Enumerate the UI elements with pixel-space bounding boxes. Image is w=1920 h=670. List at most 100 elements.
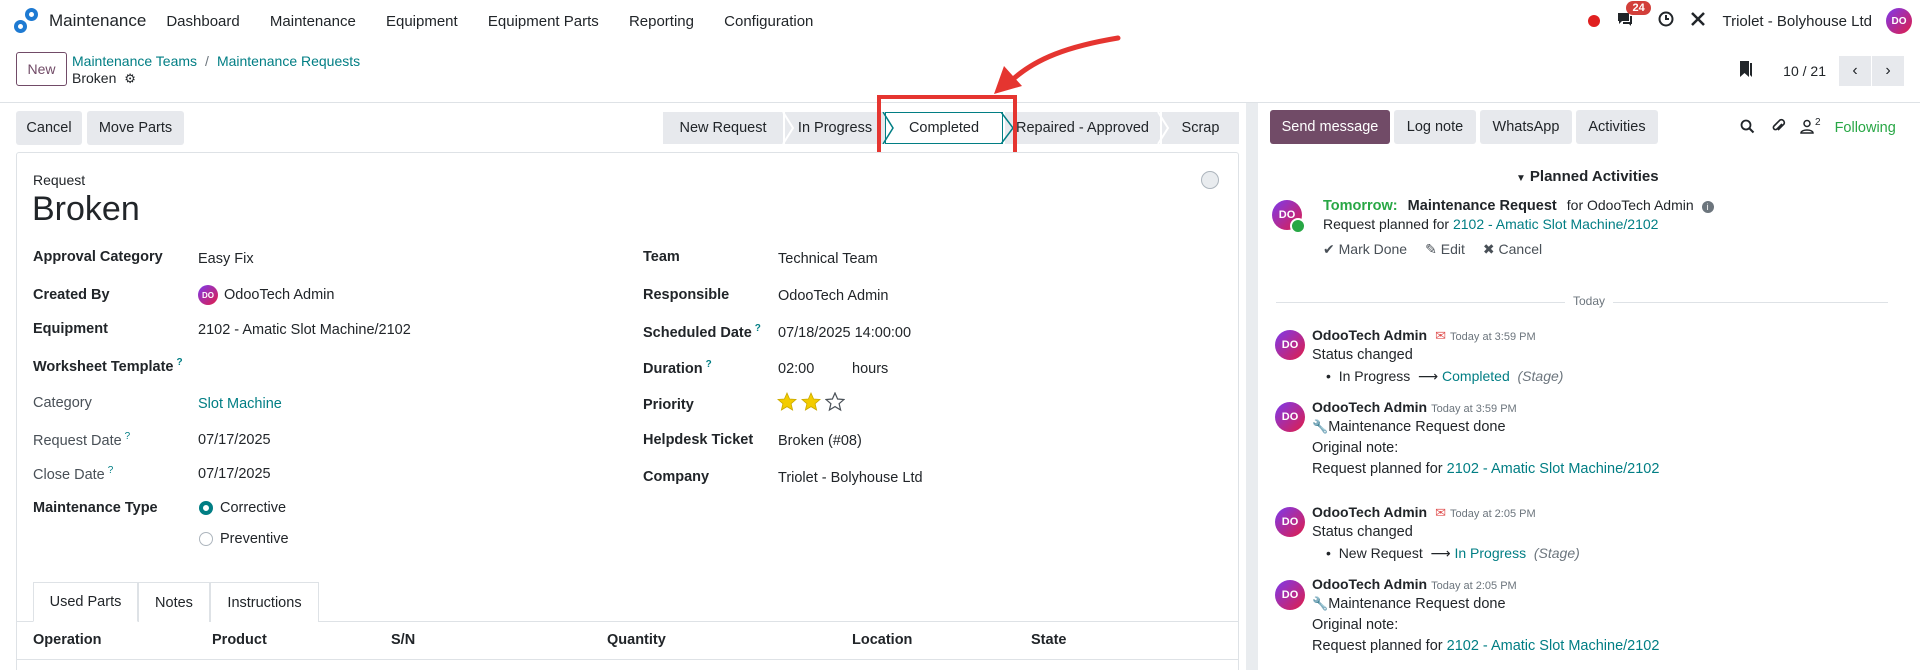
message-header: OdooTech Admin Today at 2:05 PM (1312, 576, 1517, 593)
pager-counter[interactable]: 10 / 21 (1783, 63, 1826, 79)
message-avatar[interactable]: DO (1275, 330, 1305, 360)
today-label: Today (1565, 294, 1614, 308)
star-outline-icon[interactable] (825, 392, 845, 412)
worksheet-template-label: Worksheet Template? (33, 357, 183, 375)
tracking-from: New Request (1338, 545, 1423, 561)
column-state[interactable]: State (1031, 632, 1066, 648)
whatsapp-button[interactable]: WhatsApp (1480, 110, 1572, 144)
activity-note-link[interactable]: 2102 - Amatic Slot Machine/2102 (1453, 216, 1658, 232)
message-author[interactable]: OdooTech Admin (1312, 327, 1427, 343)
breadcrumb-maintenance-teams[interactable]: Maintenance Teams (72, 53, 197, 69)
message-body-prefix: Request planned for (1312, 461, 1443, 477)
following-button[interactable]: Following (1835, 120, 1896, 136)
column-location[interactable]: Location (852, 632, 912, 648)
message-avatar[interactable]: DO (1275, 402, 1305, 432)
close-date-label: Close Date? (33, 465, 113, 483)
menu-item-equipment[interactable]: Equipment (386, 13, 458, 30)
app-name[interactable]: Maintenance (49, 11, 146, 31)
duration-text: Duration (643, 360, 703, 377)
priority-label: Priority (643, 397, 694, 413)
menu-item-maintenance[interactable]: Maintenance (270, 13, 356, 30)
menu-item-equipment-parts[interactable]: Equipment Parts (488, 13, 599, 30)
message-avatar[interactable]: DO (1275, 507, 1305, 537)
helpdesk-ticket-value[interactable]: Broken (#08) (778, 433, 862, 449)
message-body-link[interactable]: 2102 - Amatic Slot Machine/2102 (1447, 461, 1660, 477)
tracking-to: Completed (1442, 368, 1510, 384)
messages-icon[interactable]: 24 (1616, 0, 1651, 32)
menu-item-reporting[interactable]: Reporting (629, 13, 694, 30)
duration-value[interactable]: 02:00 (778, 361, 814, 377)
mark-done-button[interactable]: ✔ Mark Done (1323, 241, 1407, 257)
message-author[interactable]: OdooTech Admin (1312, 504, 1427, 520)
radio-corrective[interactable] (199, 501, 213, 515)
equipment-value[interactable]: 2102 - Amatic Slot Machine/2102 (198, 322, 411, 338)
tools-icon[interactable] (1690, 11, 1706, 32)
kanban-state-icon[interactable] (1201, 171, 1219, 189)
approval-category-value[interactable]: Easy Fix (198, 251, 254, 267)
category-label: Category (33, 395, 92, 411)
company-value[interactable]: Triolet - Bolyhouse Ltd (778, 470, 923, 486)
help-icon[interactable]: ? (125, 431, 131, 442)
message-body-link[interactable]: 2102 - Amatic Slot Machine/2102 (1447, 638, 1660, 654)
tab-instructions[interactable]: Instructions (210, 582, 319, 622)
cancel-activity-button[interactable]: ✖ Cancel (1483, 241, 1542, 257)
app-logo-icon[interactable] (14, 8, 40, 34)
log-note-button[interactable]: Log note (1394, 110, 1476, 144)
close-date-value[interactable]: 07/17/2025 (198, 466, 271, 482)
column-product[interactable]: Product (212, 632, 267, 648)
company-switcher[interactable]: Triolet - Bolyhouse Ltd (1722, 13, 1872, 30)
pager-previous-button[interactable]: ‹ (1839, 56, 1871, 86)
cancel-button[interactable]: Cancel (16, 111, 82, 145)
help-icon[interactable]: ? (706, 359, 712, 370)
planned-activities-toggle[interactable]: ▼ Planned Activities (1516, 168, 1659, 185)
menu-item-dashboard[interactable]: Dashboard (166, 13, 239, 30)
new-button[interactable]: New (16, 52, 67, 86)
edit-button[interactable]: ✎ Edit (1425, 241, 1465, 257)
bookmark-icon[interactable] (1739, 60, 1753, 83)
activities-button[interactable]: Activities (1576, 110, 1658, 144)
responsible-value[interactable]: OdooTech Admin (778, 288, 888, 304)
tracking-tag: (Stage) (1517, 368, 1564, 384)
gear-icon[interactable]: ⚙ (124, 71, 136, 86)
team-value[interactable]: Technical Team (778, 251, 878, 267)
tab-notes[interactable]: Notes (138, 582, 210, 622)
corrective-label[interactable]: Corrective (220, 500, 286, 516)
paperclip-icon[interactable] (1771, 118, 1786, 138)
search-icon[interactable] (1740, 119, 1755, 138)
menu-item-configuration[interactable]: Configuration (724, 13, 813, 30)
help-icon[interactable]: ? (755, 323, 761, 334)
help-icon[interactable]: ? (108, 465, 114, 476)
breadcrumb-maintenance-requests[interactable]: Maintenance Requests (217, 53, 360, 69)
user-avatar[interactable]: DO (1886, 8, 1912, 34)
message-time: Today at 3:59 PM (1431, 403, 1517, 415)
send-message-button[interactable]: Send message (1270, 110, 1390, 144)
help-icon[interactable]: ? (176, 357, 182, 368)
radio-preventive[interactable] (199, 532, 213, 546)
request-date-value[interactable]: 07/17/2025 (198, 432, 271, 448)
tab-used-parts[interactable]: Used Parts (33, 582, 138, 622)
column-sn[interactable]: S/N (391, 632, 415, 648)
chatter-resize-handle[interactable] (1246, 103, 1258, 670)
category-value[interactable]: Slot Machine (198, 396, 282, 412)
column-operation[interactable]: Operation (33, 632, 101, 648)
recording-icon[interactable] (1588, 15, 1601, 27)
message-time: Today at 2:05 PM (1431, 580, 1517, 592)
move-parts-button[interactable]: Move Parts (87, 111, 184, 145)
created-by-value[interactable]: DO OdooTech Admin (198, 285, 334, 305)
followers-icon[interactable] (1800, 119, 1814, 138)
activity-header: Tomorrow: Maintenance Request for OdooTe… (1323, 197, 1714, 214)
message-author[interactable]: OdooTech Admin (1312, 576, 1427, 592)
column-quantity[interactable]: Quantity (607, 632, 666, 648)
preventive-label[interactable]: Preventive (220, 531, 289, 547)
message-author[interactable]: OdooTech Admin (1312, 399, 1427, 415)
clock-icon[interactable] (1658, 11, 1674, 32)
star-icon[interactable] (777, 392, 797, 412)
message-time: Today at 3:59 PM (1450, 331, 1536, 343)
star-icon[interactable] (801, 392, 821, 412)
pager-next-button[interactable]: › (1872, 56, 1904, 86)
request-title[interactable]: Broken (32, 190, 140, 229)
message-avatar[interactable]: DO (1275, 580, 1305, 610)
scheduled-date-value[interactable]: 07/18/2025 14:00:00 (778, 325, 911, 341)
info-icon[interactable]: i (1701, 201, 1714, 213)
stage-new-request[interactable]: New Request (663, 112, 783, 144)
